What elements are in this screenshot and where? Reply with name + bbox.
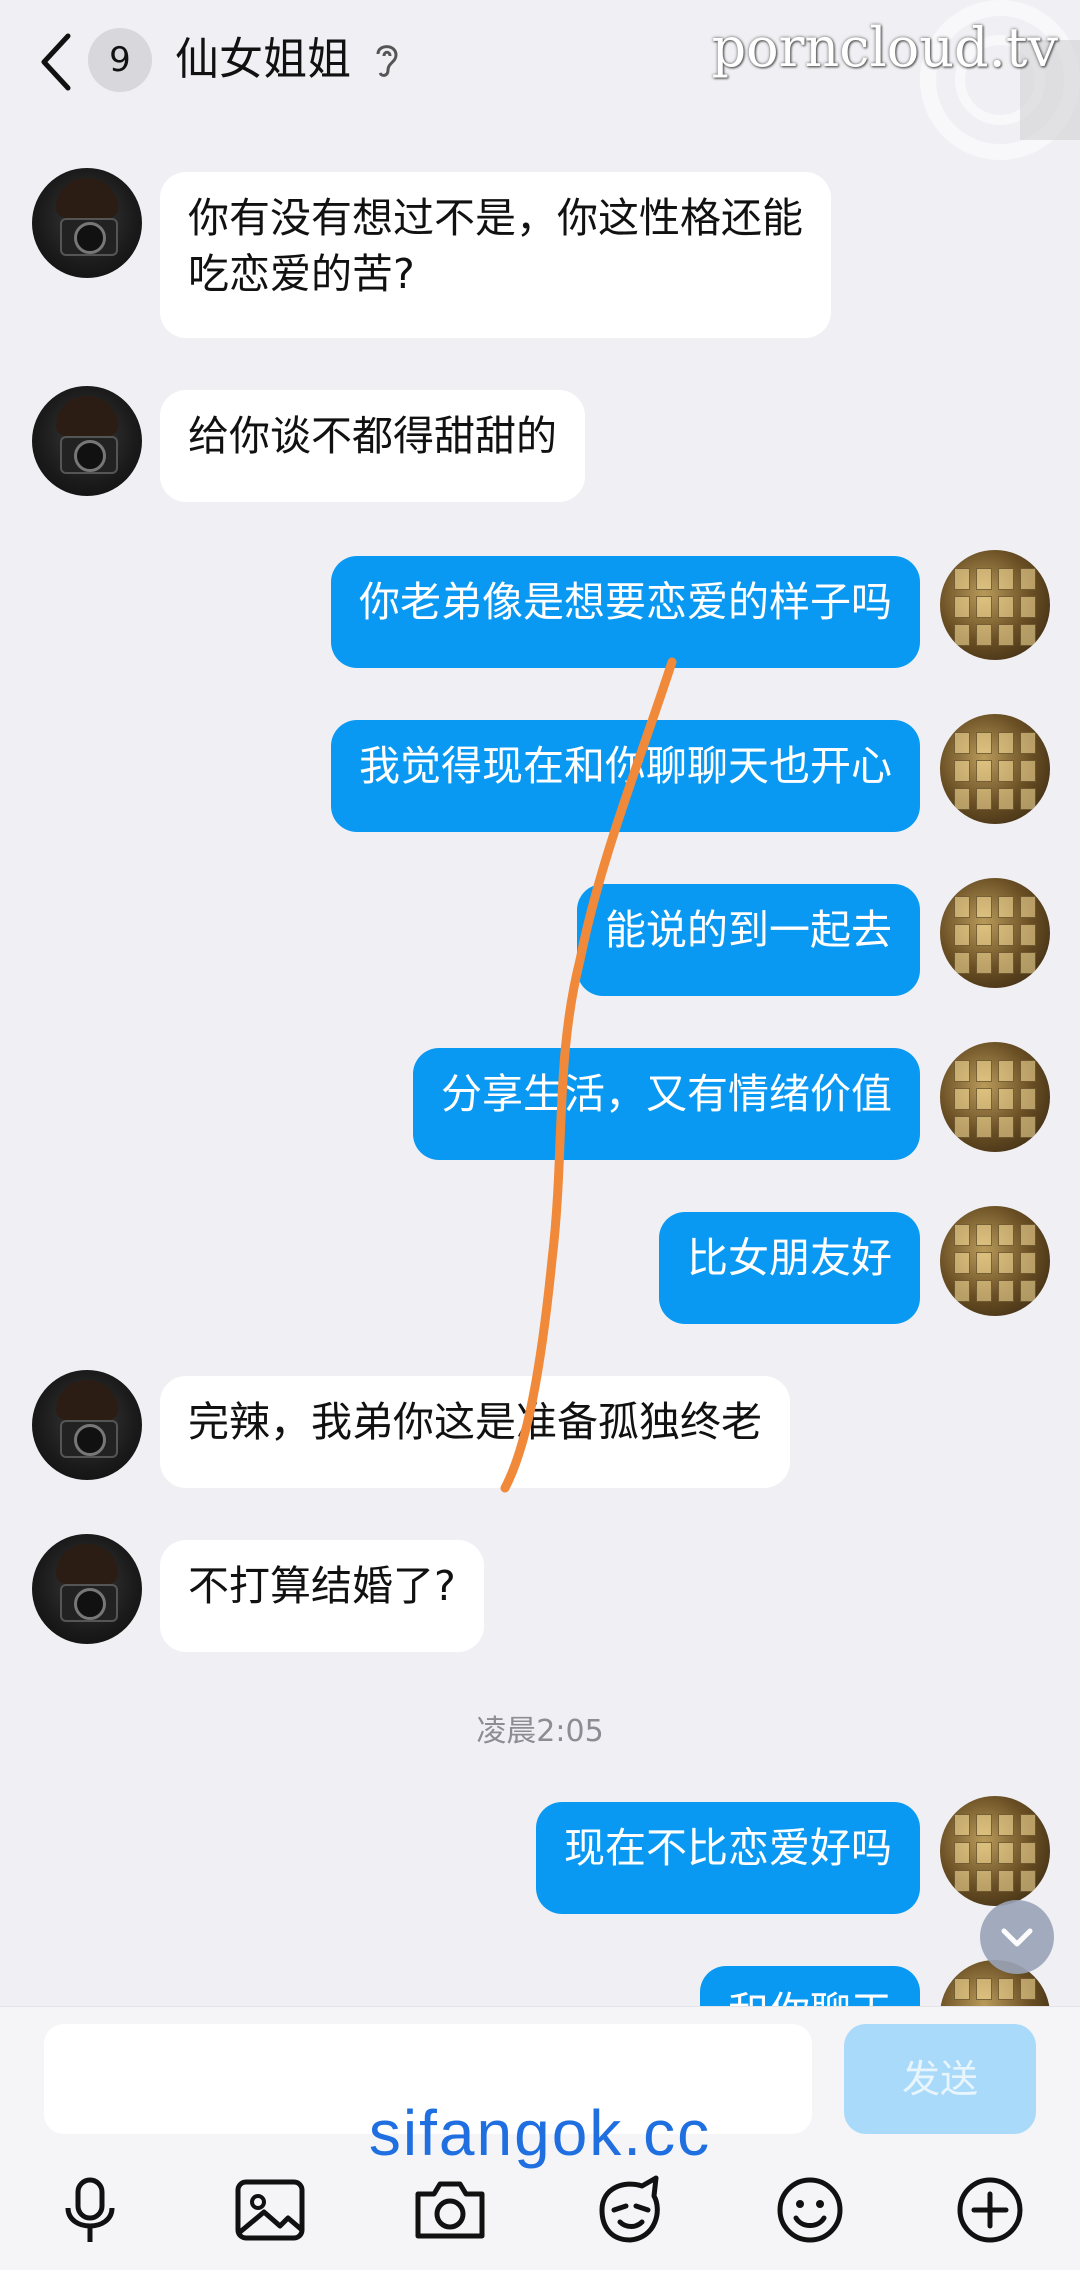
chat-title[interactable]: 仙女姐姐 (175, 28, 351, 92)
camera-icon[interactable] (410, 2170, 490, 2250)
my-avatar[interactable] (940, 714, 1050, 824)
incoming-message-bubble[interactable]: 给你谈不都得甜甜的 (160, 390, 585, 502)
incoming-message-bubble[interactable]: 不打算结婚了? (160, 1540, 484, 1652)
outgoing-message-bubble[interactable]: 现在不比恋爱好吗 (536, 1802, 920, 1914)
timestamp: 凌晨2:05 (476, 1714, 604, 1749)
outgoing-message-bubble[interactable]: 比女朋友好 (659, 1212, 920, 1324)
contact-avatar[interactable] (32, 1370, 142, 1480)
outgoing-message-bubble[interactable]: 能说的到一起去 (577, 884, 920, 996)
image-icon[interactable] (230, 2170, 310, 2250)
sticker-icon[interactable] (590, 2170, 670, 2250)
hearing-icon[interactable] (372, 40, 402, 80)
chevron-left-icon[interactable] (38, 30, 78, 94)
incoming-message-bubble[interactable]: 你有没有想过不是，你这性格还能 吃恋爱的苦? (160, 172, 831, 338)
plus-icon[interactable] (950, 2170, 1030, 2250)
emoji-icon[interactable] (770, 2170, 850, 2250)
contact-avatar[interactable] (32, 386, 142, 496)
my-avatar[interactable] (940, 1796, 1050, 1906)
incoming-message-bubble[interactable]: 完辣，我弟你这是准备孤独终老 (160, 1376, 790, 1488)
my-avatar[interactable] (940, 550, 1050, 660)
my-avatar[interactable] (940, 1042, 1050, 1152)
my-avatar[interactable] (940, 1206, 1050, 1316)
outgoing-message-bubble[interactable]: 我觉得现在和你聊聊天也开心 (331, 720, 920, 832)
contact-avatar[interactable] (32, 1534, 142, 1644)
outgoing-message-bubble[interactable]: 分享生活，又有情绪价值 (413, 1048, 920, 1160)
unread-count-badge[interactable]: 9 (88, 28, 152, 92)
chat-header: 9 仙女姐姐 porncloud.tv (0, 0, 1080, 160)
my-avatar[interactable] (940, 878, 1050, 988)
watermark-bottom: sifangok.cc (368, 2097, 712, 2169)
chevron-down-icon (1001, 1928, 1033, 1947)
microphone-icon[interactable] (50, 2170, 130, 2250)
watermark-top: porncloud.tv (711, 16, 1058, 79)
outgoing-message-bubble[interactable]: 你老弟像是想要恋爱的样子吗 (331, 556, 920, 668)
scroll-to-bottom-button[interactable] (980, 1900, 1054, 1974)
contact-avatar[interactable] (32, 168, 142, 278)
